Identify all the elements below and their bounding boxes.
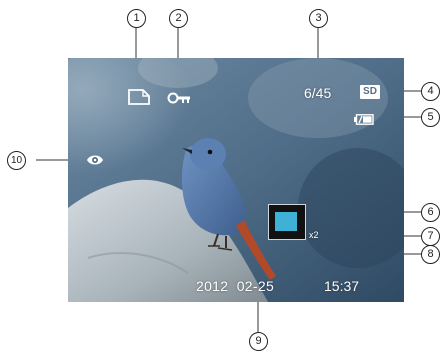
callout-3: 3 [309,9,328,28]
camera-lcd-screen: 6/45 SD x2 2012 02-25 15:37 [68,58,404,302]
callout-10: 10 [7,151,26,170]
photo-counter: 6/45 [304,85,332,101]
key-lock-icon [167,91,191,109]
callout-2: 2 [169,9,188,28]
capture-date: 2012 02-25 [196,278,275,294]
callout-7: 7 [421,227,440,246]
callout-6: 6 [421,203,440,222]
sd-card-badge: SD [360,85,380,99]
callout-4: 4 [421,82,440,101]
battery-icon [354,112,374,130]
zoom-position-frame-icon [268,204,306,245]
zoom-ratio: x2 [309,230,319,240]
callout-9: 9 [249,332,268,351]
protect-file-icon [128,89,150,110]
callout-5: 5 [421,108,440,127]
callout-1: 1 [127,9,146,28]
red-eye-icon [86,153,104,172]
callout-8: 8 [421,245,440,264]
photo-preview [68,58,404,302]
capture-time: 15:37 [324,278,360,294]
